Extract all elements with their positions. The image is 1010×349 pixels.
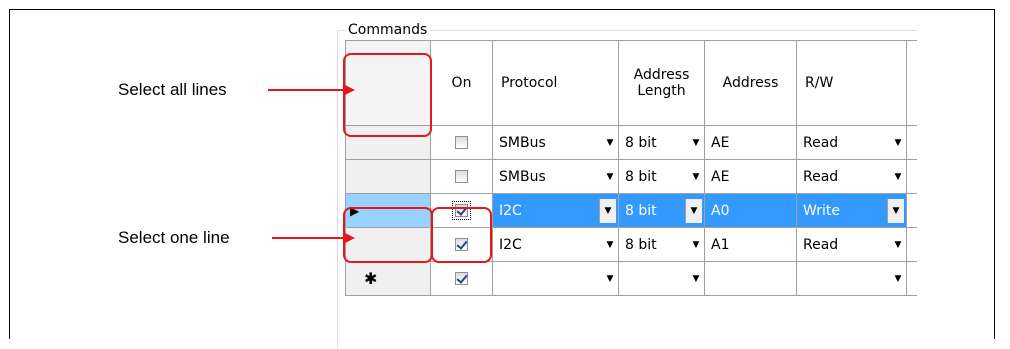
address-cell[interactable]: A1 bbox=[705, 228, 797, 262]
address-value: AE bbox=[711, 168, 730, 185]
filler-cell bbox=[907, 262, 917, 296]
column-header-on[interactable]: On bbox=[431, 40, 493, 126]
address-cell-selected[interactable]: A0 bbox=[705, 194, 797, 228]
address-length-cell[interactable]: 8 bit ▼ bbox=[619, 228, 705, 262]
column-header-address-label: Address bbox=[722, 75, 779, 91]
address-cell[interactable]: AE bbox=[705, 126, 797, 160]
on-checkbox[interactable] bbox=[455, 170, 468, 183]
column-header-rw-label: R/W bbox=[805, 75, 834, 91]
rw-value: Read bbox=[803, 134, 839, 151]
chevron-down-icon[interactable]: ▼ bbox=[688, 160, 704, 193]
address-value: A1 bbox=[711, 236, 730, 253]
column-header-on-label: On bbox=[451, 75, 472, 91]
rw-value: Read bbox=[803, 236, 839, 253]
address-length-cell[interactable]: 8 bit ▼ bbox=[619, 126, 705, 160]
rw-cell[interactable]: Read ▼ bbox=[797, 228, 907, 262]
chevron-down-icon[interactable]: ▼ bbox=[685, 198, 702, 223]
protocol-value: SMBus bbox=[499, 168, 546, 185]
chevron-down-icon[interactable]: ▼ bbox=[890, 126, 906, 159]
commands-groupbox-title: Commands bbox=[345, 22, 431, 38]
select-all-lines-label: Select all lines bbox=[118, 80, 227, 99]
chevron-down-icon[interactable]: ▼ bbox=[887, 198, 904, 223]
address-cell[interactable] bbox=[705, 262, 797, 296]
chevron-down-icon[interactable]: ▼ bbox=[890, 228, 906, 261]
on-cell[interactable] bbox=[431, 126, 493, 160]
column-header-protocol-label: Protocol bbox=[501, 75, 558, 91]
column-header-address-length[interactable]: Address Length bbox=[619, 40, 705, 126]
address-value: AE bbox=[711, 134, 730, 151]
protocol-cell[interactable]: I2C ▼ bbox=[493, 228, 619, 262]
on-checkbox-checked[interactable] bbox=[455, 272, 468, 285]
rw-value: Read bbox=[803, 168, 839, 185]
filler-cell bbox=[907, 194, 917, 228]
rw-cell[interactable]: Read ▼ bbox=[797, 160, 907, 194]
protocol-value: I2C bbox=[499, 202, 522, 219]
protocol-value: SMBus bbox=[499, 134, 546, 151]
chevron-down-icon[interactable]: ▼ bbox=[688, 262, 704, 295]
address-length-value: 8 bit bbox=[625, 236, 657, 253]
address-length-value: 8 bit bbox=[625, 134, 657, 151]
select-one-line-label: Select one line bbox=[118, 228, 230, 247]
rw-cell[interactable]: ▼ bbox=[797, 262, 907, 296]
protocol-cell[interactable]: SMBus ▼ bbox=[493, 160, 619, 194]
rw-cell-selected[interactable]: Write ▼ bbox=[797, 194, 907, 228]
chevron-down-icon[interactable]: ▼ bbox=[688, 228, 704, 261]
protocol-value: I2C bbox=[499, 236, 522, 253]
column-header-protocol[interactable]: Protocol bbox=[493, 40, 619, 126]
address-cell[interactable]: AE bbox=[705, 160, 797, 194]
rw-cell[interactable]: Read ▼ bbox=[797, 126, 907, 160]
address-value: A0 bbox=[711, 202, 730, 219]
asterisk-icon: ✱ bbox=[364, 269, 378, 288]
column-header-rw[interactable]: R/W bbox=[797, 40, 907, 126]
chevron-down-icon[interactable]: ▼ bbox=[890, 160, 906, 193]
chevron-down-icon[interactable]: ▼ bbox=[599, 198, 616, 223]
rw-value: Write bbox=[803, 202, 840, 219]
on-checkbox[interactable] bbox=[455, 136, 468, 149]
checkbox-highlight bbox=[431, 207, 492, 263]
protocol-cell[interactable]: ▼ bbox=[493, 262, 619, 296]
filler-cell bbox=[907, 228, 917, 262]
select-all-highlight bbox=[343, 53, 432, 137]
on-cell[interactable] bbox=[431, 160, 493, 194]
select-one-highlight bbox=[343, 207, 433, 263]
address-length-cell-selected[interactable]: 8 bit ▼ bbox=[619, 194, 705, 228]
filler-cell bbox=[907, 126, 917, 160]
column-header-filler bbox=[907, 40, 917, 126]
new-row-header[interactable]: ✱ bbox=[345, 262, 431, 296]
protocol-cell[interactable]: SMBus ▼ bbox=[493, 126, 619, 160]
column-header-address-length-label: Address Length bbox=[633, 67, 690, 99]
chevron-down-icon[interactable]: ▼ bbox=[688, 126, 704, 159]
chevron-down-icon[interactable]: ▼ bbox=[890, 262, 906, 295]
on-cell[interactable] bbox=[431, 262, 493, 296]
column-header-address[interactable]: Address bbox=[705, 40, 797, 126]
address-length-value: 8 bit bbox=[625, 168, 657, 185]
chevron-down-icon[interactable]: ▼ bbox=[602, 160, 618, 193]
address-length-cell[interactable]: 8 bit ▼ bbox=[619, 160, 705, 194]
chevron-down-icon[interactable]: ▼ bbox=[602, 262, 618, 295]
address-length-cell[interactable]: ▼ bbox=[619, 262, 705, 296]
address-length-value: 8 bit bbox=[625, 202, 657, 219]
filler-cell bbox=[907, 160, 917, 194]
row-header[interactable] bbox=[345, 160, 431, 194]
protocol-cell-selected[interactable]: I2C ▼ bbox=[493, 194, 619, 228]
chevron-down-icon[interactable]: ▼ bbox=[602, 228, 618, 261]
chevron-down-icon[interactable]: ▼ bbox=[602, 126, 618, 159]
